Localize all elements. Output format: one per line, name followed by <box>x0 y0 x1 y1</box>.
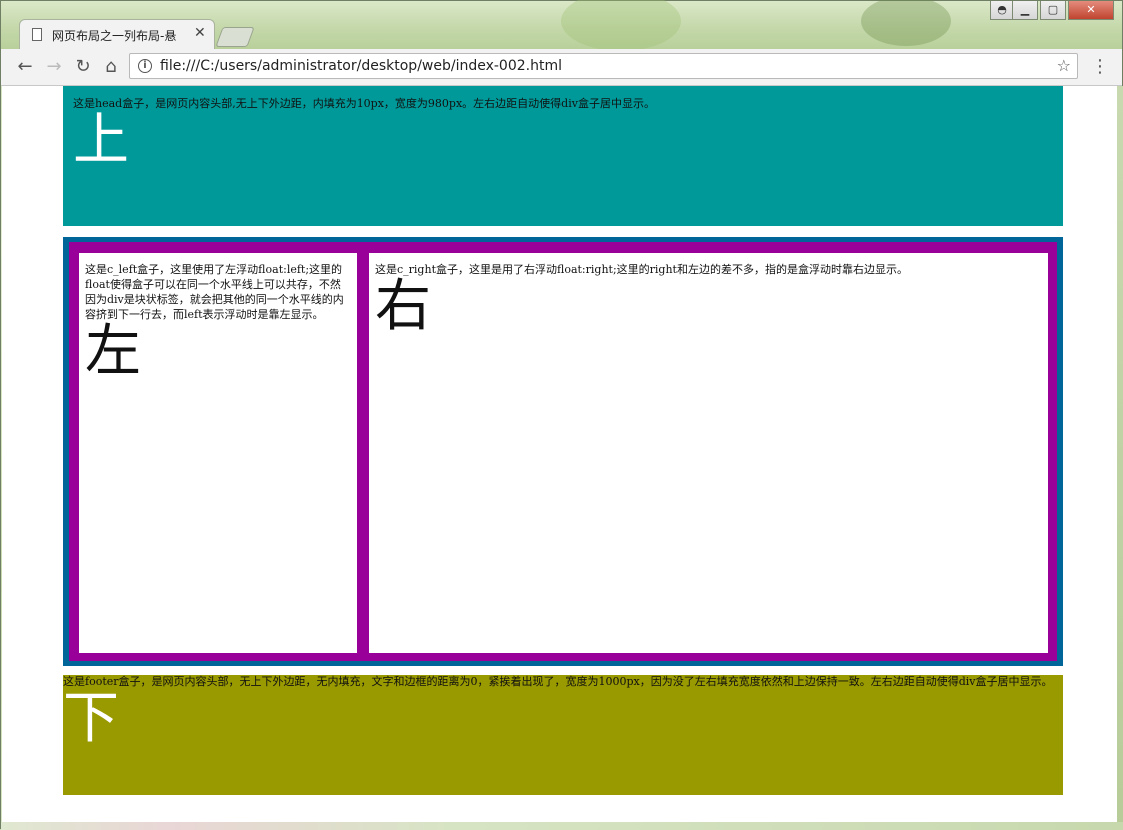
footer-description: 这是footer盒子，是网页内容头部，无上下外边距，无内填充，文字和边框的距离为… <box>63 675 1053 688</box>
new-tab-button[interactable] <box>215 27 255 47</box>
info-icon[interactable]: i <box>138 59 152 73</box>
maximize-button[interactable]: ▢ <box>1040 1 1066 20</box>
page-viewport: 这是head盒子，是网页内容头部,无上下外边距，内填充为10px，宽度为980p… <box>2 86 1117 822</box>
right-description: 这是c_right盒子，这里是用了右浮动float:right;这里的right… <box>375 263 908 276</box>
address-bar[interactable]: i file:///C:/users/administrator/desktop… <box>129 53 1078 79</box>
browser-toolbar: ← → ↻ ⌂ i file:///C:/users/administrator… <box>1 49 1122 86</box>
tab-title: 网页布局之一列布局-悬 <box>52 29 177 43</box>
document-icon <box>32 28 42 41</box>
url-text[interactable]: file:///C:/users/administrator/desktop/w… <box>160 58 562 74</box>
head-box: 这是head盒子，是网页内容头部,无上下外边距，内填充为10px，宽度为980p… <box>63 86 1063 226</box>
window-controls: ▁ ▢ ✕ <box>1012 1 1114 21</box>
footer-box: 这是footer盒子，是网页内容头部，无上下外边距，无内填充，文字和边框的距离为… <box>63 675 1063 795</box>
bookmark-star-icon[interactable]: ☆ <box>1057 56 1071 75</box>
window-edge <box>1117 86 1123 822</box>
profile-icon[interactable]: ◓ <box>990 1 1014 20</box>
title-bar: 网页布局之一列布局-悬 ✕ ◓ ▁ ▢ ✕ <box>1 0 1122 51</box>
left-big-char: 左 <box>85 319 141 384</box>
tab-close-icon[interactable]: ✕ <box>194 25 206 41</box>
theme-decoration <box>561 0 681 51</box>
browser-window: 网页布局之一列布局-悬 ✕ ◓ ▁ ▢ ✕ ← → ↻ ⌂ i file:///… <box>0 0 1123 830</box>
minimize-button[interactable]: ▁ <box>1012 1 1038 20</box>
menu-dots-icon[interactable]: ⋮ <box>1091 56 1109 77</box>
head-description: 这是head盒子，是网页内容头部,无上下外边距，内填充为10px，宽度为980p… <box>73 97 655 110</box>
reload-icon[interactable]: ↻ <box>73 57 93 77</box>
browser-tab[interactable]: 网页布局之一列布局-悬 ✕ <box>19 19 215 49</box>
footer-big-char: 下 <box>63 686 119 751</box>
main-box: 这是c_left盒子，这里使用了左浮动float:left;这里的float使得… <box>63 237 1063 666</box>
main-inner-box: 这是c_left盒子，这里使用了左浮动float:left;这里的float使得… <box>69 242 1057 661</box>
left-description: 这是c_left盒子，这里使用了左浮动float:left;这里的float使得… <box>85 263 344 321</box>
back-arrow-icon[interactable]: ← <box>15 57 35 77</box>
forward-arrow-icon[interactable]: → <box>44 57 64 77</box>
left-box: 这是c_left盒子，这里使用了左浮动float:left;这里的float使得… <box>79 253 357 653</box>
right-big-char: 右 <box>375 274 431 339</box>
head-big-char: 上 <box>73 108 129 173</box>
close-window-button[interactable]: ✕ <box>1068 1 1114 20</box>
theme-decoration <box>861 0 951 46</box>
home-icon[interactable]: ⌂ <box>101 57 121 77</box>
right-box: 这是c_right盒子，这里是用了右浮动float:right;这里的right… <box>369 253 1048 653</box>
